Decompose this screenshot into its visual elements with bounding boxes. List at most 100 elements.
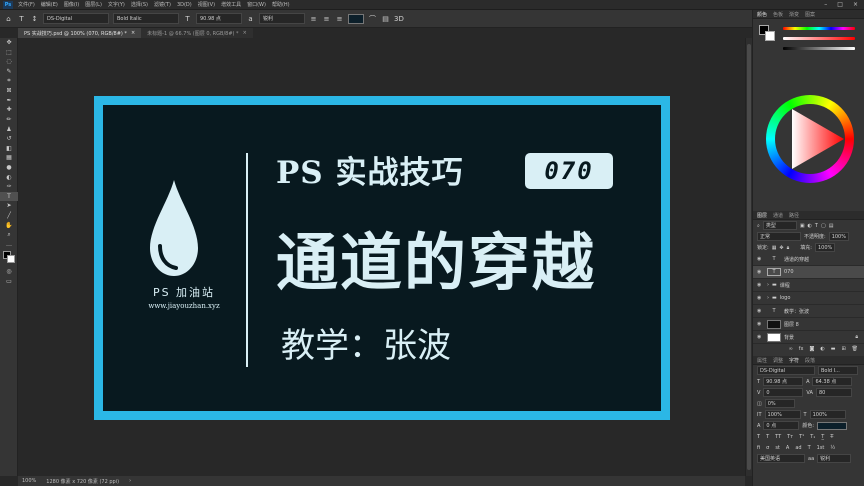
text-orientation-icon[interactable]: ↕ [30, 15, 39, 23]
ligature-icon[interactable]: fi [757, 445, 760, 451]
strikethrough-icon[interactable]: T̶ [830, 434, 833, 440]
tab-swatches[interactable]: 色板 [773, 11, 783, 18]
line-tool-icon[interactable]: ╱ [0, 211, 18, 221]
screen-mode-icon[interactable]: ▭ [0, 277, 18, 287]
new-layer-icon[interactable]: ⊞ [841, 346, 845, 352]
tab-character[interactable]: 字符 [789, 357, 799, 364]
layer-row[interactable]: ◉ › ▬ 课程 [753, 279, 864, 292]
color-swap-icon[interactable] [0, 249, 18, 267]
layer-row[interactable]: ◉ › ▬ logo [753, 292, 864, 305]
maximize-icon[interactable]: □ [837, 1, 843, 8]
hand-tool-icon[interactable]: ✋ [0, 220, 18, 230]
home-icon[interactable]: ⌂ [4, 15, 13, 23]
fx-icon[interactable]: fx [799, 346, 804, 352]
link-icon[interactable]: ∞ [789, 346, 793, 352]
char-baseline[interactable]: 0 点 [763, 421, 800, 430]
layer-row[interactable]: ◉ T 教学：张波 [753, 305, 864, 318]
char-antialias[interactable]: 锐利 [817, 454, 852, 463]
eye-icon[interactable]: ◉ [757, 256, 764, 262]
chevron-right-icon[interactable]: › [767, 282, 769, 288]
align-right-icon[interactable]: ≡ [335, 15, 344, 23]
menu-type[interactable]: 文字(Y) [108, 1, 125, 8]
filter-adjust-icon[interactable]: ◐ [808, 223, 812, 229]
pen-tool-icon[interactable]: ✑ [0, 182, 18, 192]
vertical-scrollbar[interactable] [745, 38, 752, 476]
faux-bold-icon[interactable]: T [757, 434, 760, 440]
color-triangle-icon[interactable] [766, 95, 854, 183]
brightness-slider[interactable] [783, 47, 855, 50]
fraction-icon[interactable]: 1st [817, 445, 825, 451]
doc-info[interactable]: 1280 像素 x 720 像素 (72 ppi) [46, 478, 119, 485]
tab-untitled[interactable]: 未标题-1 @ 66.7% (图层 0, RGB/8#) * × [141, 28, 253, 38]
menu-layer[interactable]: 图层(L) [85, 1, 102, 8]
color-wheel[interactable] [766, 95, 854, 183]
type-tool-icon[interactable]: T [0, 191, 18, 202]
chevron-right-icon[interactable]: › [129, 478, 131, 484]
tab-paragraph[interactable]: 段落 [805, 357, 815, 364]
move-tool-icon[interactable]: ✥ [0, 38, 18, 48]
char-font-family[interactable]: DS-Digital [757, 366, 815, 375]
gradient-tool-icon[interactable]: ▦ [0, 153, 18, 163]
hue-slider[interactable] [783, 27, 855, 30]
zoom-level[interactable]: 100% [22, 478, 36, 484]
close-icon[interactable]: × [853, 1, 858, 8]
filter-shape-icon[interactable]: ▢ [821, 223, 826, 229]
layer-row[interactable]: ◉ T 通道的穿越 [753, 253, 864, 266]
tab-gradients[interactable]: 渐变 [789, 11, 799, 18]
scroll-thumb[interactable] [747, 44, 751, 470]
layer-row-selected[interactable]: ◉ T 070 [753, 266, 864, 279]
delete-icon[interactable]: 🗑︎ [852, 346, 858, 352]
dodge-tool-icon[interactable]: ◐ [0, 172, 18, 182]
menu-filter[interactable]: 滤镜(T) [154, 1, 171, 8]
menu-edit[interactable]: 编辑(E) [41, 1, 58, 8]
mask-icon[interactable]: ◙ [809, 346, 814, 352]
filter-smart-icon[interactable]: ▤ [829, 223, 834, 229]
menu-help[interactable]: 帮助(H) [272, 1, 290, 8]
3d-icon[interactable]: 3D [394, 15, 404, 23]
warp-text-icon[interactable]: ⌒ [368, 14, 377, 24]
layer-filter-select[interactable]: 类型 [762, 221, 797, 230]
font-family-select[interactable]: DS-Digital [43, 13, 109, 24]
ps-logo-icon[interactable]: Ps [3, 0, 13, 9]
fill-input[interactable]: 100% [814, 243, 835, 252]
char-hscale[interactable]: 100% [809, 410, 846, 419]
brush-tool-icon[interactable]: ✏ [0, 115, 18, 125]
half-icon[interactable]: ½ [830, 445, 835, 451]
tab-close-icon[interactable]: × [131, 30, 135, 36]
tab-color[interactable]: 颜色 [757, 11, 767, 18]
saturation-slider[interactable] [783, 37, 855, 40]
char-language[interactable]: 美国英语 [757, 454, 805, 463]
font-size-select[interactable]: 90.98 点 [196, 13, 242, 24]
font-style-select[interactable]: Bold Italic [113, 13, 179, 24]
filter-type-icon[interactable]: T [815, 223, 818, 229]
filter-pixel-icon[interactable]: ▣ [800, 223, 805, 229]
text-color-swatch[interactable] [348, 13, 364, 24]
opacity-input[interactable]: 100% [828, 232, 849, 241]
eraser-tool-icon[interactable]: ◧ [0, 144, 18, 154]
lasso-tool-icon[interactable]: ◌ [0, 57, 18, 67]
new-group-icon[interactable]: ▬ [831, 346, 836, 352]
lock-all-icon[interactable]: 🔒︎ [787, 245, 790, 251]
tab-adjustments[interactable]: 调整 [773, 357, 783, 364]
tab-channels[interactable]: 通道 [773, 212, 783, 219]
char-panel-toggle-icon[interactable]: ▤ [381, 15, 390, 23]
menu-file[interactable]: 文件(F) [18, 1, 35, 8]
ordinal-icon[interactable]: T [808, 445, 811, 451]
marquee-tool-icon[interactable]: ⬚ [0, 48, 18, 58]
adjustment-icon[interactable]: ◐ [820, 346, 824, 352]
zoom-tool-icon[interactable]: ⌕ [0, 230, 18, 240]
eye-icon[interactable]: ◉ [757, 295, 764, 301]
menu-window[interactable]: 窗口(W) [247, 1, 266, 8]
align-center-icon[interactable]: ≡ [322, 15, 331, 23]
antialias-select[interactable]: 锐利 [259, 13, 305, 24]
blur-tool-icon[interactable]: ● [0, 163, 18, 173]
menu-3d[interactable]: 3D(D) [177, 2, 192, 8]
eye-icon[interactable]: ◉ [757, 334, 764, 340]
history-brush-tool-icon[interactable]: ↺ [0, 134, 18, 144]
menu-select[interactable]: 选择(S) [131, 1, 148, 8]
chevron-right-icon[interactable]: › [767, 295, 769, 301]
tab-patterns[interactable]: 图案 [805, 11, 815, 18]
path-select-tool-icon[interactable]: ➤ [0, 201, 18, 211]
eye-icon[interactable]: ◉ [757, 282, 764, 288]
more-tools-icon[interactable]: … [0, 239, 18, 249]
